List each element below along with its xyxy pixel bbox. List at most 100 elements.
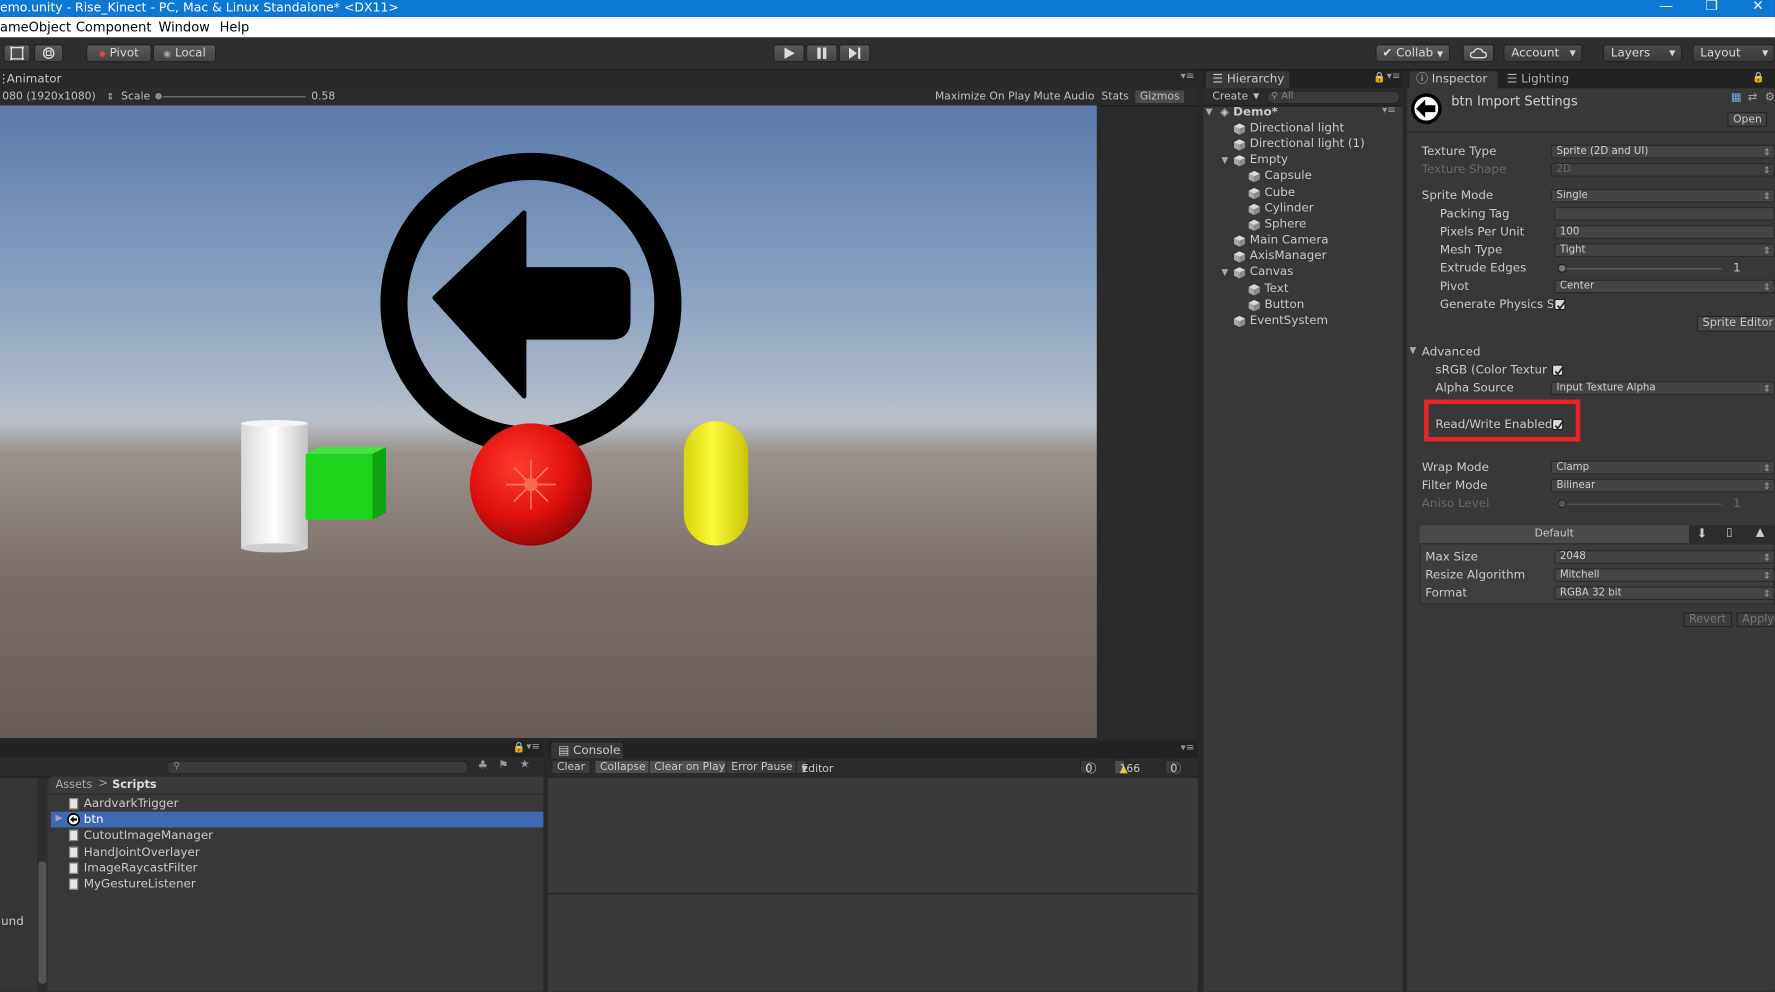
project-folder-tree[interactable]	[0, 777, 38, 992]
hierarchy-item[interactable]: AxisManager	[1250, 249, 1327, 263]
panel-menu-icon[interactable]: ▾≡	[1387, 71, 1401, 82]
lock-icon[interactable]: 🔒	[513, 743, 526, 754]
sprite-mode-dropdown[interactable]: Single ⇕	[1550, 189, 1775, 203]
download-icon[interactable]: ⬇	[1697, 526, 1707, 541]
stats-toggle[interactable]: Stats	[1101, 91, 1128, 103]
layers-dropdown[interactable]: Layers ▼	[1602, 44, 1683, 63]
help-icon[interactable]: ▦	[1731, 92, 1742, 104]
hierarchy-item[interactable]: Directional light (1)	[1250, 137, 1365, 151]
generate-physics-checkbox[interactable]	[1554, 298, 1566, 311]
cloud-button[interactable]	[1462, 44, 1495, 63]
menu-window[interactable]: Window	[158, 19, 209, 35]
hierarchy-item[interactable]: Cube	[1264, 185, 1295, 199]
pause-button[interactable]	[805, 44, 838, 63]
filter-by-type-icon[interactable]: ♣	[478, 760, 488, 772]
console-error-pause-toggle[interactable]: Error Pause	[725, 759, 799, 775]
collab-button[interactable]: ✔ Collab ▼	[1375, 44, 1451, 63]
hierarchy-item[interactable]: Sphere	[1264, 217, 1306, 231]
panel-menu-icon[interactable]: ▾≡	[1181, 71, 1195, 82]
local-button[interactable]: ◉ Local	[152, 44, 217, 63]
texture-type-dropdown[interactable]: Sprite (2D and UI) ⇕	[1550, 144, 1775, 159]
hierarchy-search-input[interactable]: ⚲ All	[1266, 90, 1401, 105]
filter-mode-dropdown[interactable]: Bilinear ⇕	[1550, 478, 1775, 493]
advanced-section-label[interactable]: Advanced	[1422, 345, 1481, 359]
hierarchy-item[interactable]: Capsule	[1264, 169, 1311, 183]
tab-animator[interactable]: Animator	[7, 72, 62, 86]
mute-audio-toggle[interactable]: Mute Audio	[1034, 91, 1095, 103]
layout-dropdown[interactable]: Layout ▼	[1692, 44, 1775, 63]
preset-icon[interactable]: ⇄	[1748, 92, 1757, 104]
lock-icon[interactable]: 🔒	[1373, 72, 1386, 83]
hierarchy-item[interactable]: EventSystem	[1250, 313, 1328, 327]
rect-tool-button[interactable]	[3, 44, 31, 63]
tab-lighting[interactable]: ☰ Lighting	[1500, 71, 1579, 88]
sprite-editor-button[interactable]: Sprite Editor	[1696, 315, 1775, 332]
restore-button[interactable]: ❐	[1700, 0, 1723, 14]
revert-button[interactable]: Revert	[1683, 612, 1732, 628]
close-button[interactable]: ✕	[1747, 0, 1770, 14]
console-editor-dropdown[interactable]: Editor ▼	[795, 759, 833, 775]
menu-gameobject[interactable]: ameObject	[0, 19, 71, 35]
tab-hierarchy[interactable]: ☰ Hierarchy	[1205, 71, 1290, 89]
console-clear-button[interactable]: Clear	[551, 759, 591, 775]
wrap-mode-dropdown[interactable]: Clamp ⇕	[1550, 460, 1775, 475]
pivot-button[interactable]: ◆ Pivot	[86, 44, 152, 63]
create-dropdown[interactable]: Create	[1212, 91, 1248, 103]
console-warning-toggle[interactable]: ▲ 166	[1113, 759, 1140, 775]
apply-button[interactable]: Apply	[1736, 612, 1775, 628]
scene-root[interactable]: ◈ Demo*	[1220, 105, 1278, 119]
extrude-edges-value[interactable]: 1	[1733, 261, 1741, 275]
tab-inspector[interactable]: ⓘ Inspector	[1409, 71, 1498, 89]
account-dropdown[interactable]: Account ▼	[1503, 44, 1583, 63]
project-search-input[interactable]: ⚲	[166, 760, 469, 775]
read-write-enabled-checkbox[interactable]	[1551, 418, 1564, 431]
expand-arrow-icon[interactable]: ▶	[55, 813, 62, 823]
packing-tag-input[interactable]	[1554, 207, 1775, 221]
folder-tree-scroll-thumb[interactable]	[38, 861, 47, 984]
scale-slider-thumb[interactable]	[153, 91, 164, 101]
hierarchy-item[interactable]: Empty	[1250, 153, 1288, 167]
gear-icon[interactable]: ⚙	[1765, 92, 1775, 104]
favorite-star-icon[interactable]: ★	[520, 758, 530, 770]
menu-component[interactable]: Component	[76, 19, 152, 35]
lock-icon[interactable]: 🔒	[1752, 72, 1765, 83]
scene-menu-icon[interactable]: ▾≡	[1382, 105, 1396, 116]
phone-icon[interactable]: ▯	[1726, 526, 1732, 538]
breadcrumb-scripts[interactable]: Scripts	[112, 779, 157, 791]
console-info-toggle[interactable]: ⓘ 0	[1079, 759, 1096, 775]
hierarchy-item[interactable]: Button	[1264, 297, 1304, 311]
open-button[interactable]: Open	[1727, 112, 1768, 127]
resize-algorithm-dropdown[interactable]: Mitchell ⇕	[1554, 568, 1775, 582]
folder-tree-scrollbar[interactable]	[37, 777, 48, 992]
minimize-button[interactable]: —	[1655, 0, 1678, 14]
android-icon[interactable]: ▲	[1756, 526, 1765, 538]
scene-fold-icon[interactable]: ▼	[1206, 106, 1213, 116]
maximize-on-play-toggle[interactable]: Maximize On Play	[935, 91, 1030, 103]
pixels-per-unit-input[interactable]: 100	[1554, 225, 1775, 239]
fold-arrow-icon[interactable]: ▼	[1221, 268, 1228, 278]
gizmos-dropdown[interactable]: Gizmos	[1135, 90, 1185, 104]
hierarchy-item[interactable]: Cylinder	[1264, 201, 1313, 215]
format-dropdown[interactable]: RGBA 32 bit ⇕	[1554, 586, 1775, 600]
max-size-dropdown[interactable]: 2048 ⇕	[1554, 550, 1775, 564]
panel-menu-icon[interactable]: ▾≡	[526, 741, 540, 752]
console-log-area[interactable]	[547, 777, 1198, 895]
console-clear-on-play-toggle[interactable]: Clear on Play	[648, 759, 731, 775]
platform-default-tab[interactable]: Default	[1419, 525, 1689, 544]
hierarchy-item[interactable]: Directional light	[1250, 121, 1344, 135]
srgb-checkbox[interactable]	[1551, 364, 1564, 376]
label-tag-icon[interactable]: ⚑	[498, 760, 508, 772]
project-file-row[interactable]	[50, 811, 544, 828]
extrude-slider-thumb[interactable]	[1557, 263, 1567, 273]
scale-slider-track[interactable]	[156, 96, 306, 98]
hierarchy-item[interactable]: Text	[1264, 281, 1288, 295]
console-detail-area[interactable]	[547, 894, 1198, 992]
extrude-slider-track[interactable]	[1557, 268, 1722, 270]
hierarchy-item[interactable]: Canvas	[1250, 265, 1294, 279]
step-button[interactable]	[838, 44, 871, 63]
console-error-toggle[interactable]: ⓘ 0	[1164, 759, 1181, 775]
hierarchy-item[interactable]: Main Camera	[1250, 233, 1329, 247]
panel-menu-icon[interactable]: ▾≡	[1181, 743, 1195, 754]
menu-help[interactable]: Help	[220, 19, 250, 35]
transform-tool-button[interactable]	[33, 44, 64, 63]
